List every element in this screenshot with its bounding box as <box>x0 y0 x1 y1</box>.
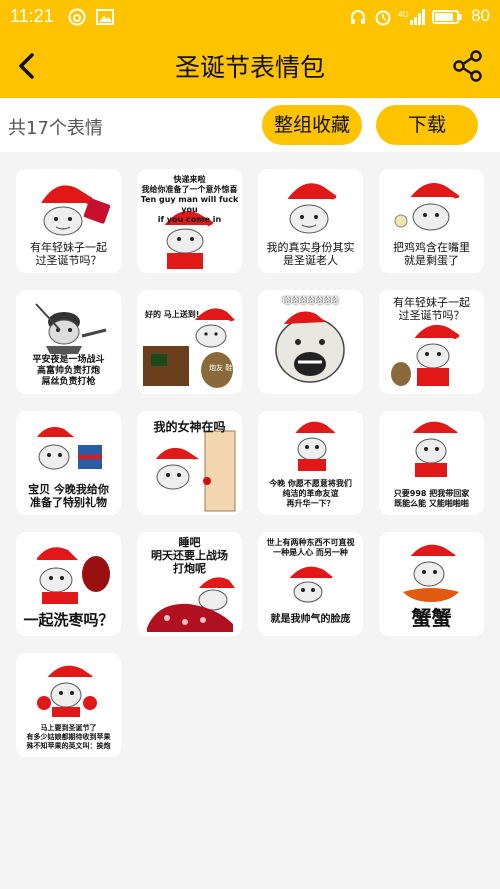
sticker-card[interactable]: 只要998 把我带回家 既能么能 又能啪啪啪 <box>379 411 484 515</box>
sticker-card[interactable]: 蟹蟹 <box>379 532 484 636</box>
sticker-caption: 睡吧 明天还要上战场 打炮呢 <box>151 536 228 575</box>
sticker-caption: 马上要到圣诞节了 有多少姑娘都期待收到苹果 殊不知苹果的英文叫：挨炮 <box>26 724 111 750</box>
sticker-caption: 我的真实身份其实 是圣诞老人 <box>266 241 355 267</box>
sticker-caption: 有年轻妹子一起 过圣诞节吗？ <box>393 296 470 322</box>
status-time: 11:21 <box>10 6 54 26</box>
battery-level: 80 <box>471 6 490 25</box>
sticker-card[interactable]: 快递来啦 我给你准备了一个意外惊喜 Ten guy man will fuck … <box>137 169 242 273</box>
sticker-card[interactable]: 我的女神在吗 <box>137 411 242 515</box>
headset-icon <box>351 10 365 24</box>
sticker-caption: 把鸡鸡含在嘴里 就是剩蛋了 <box>393 241 470 267</box>
sticker-caption: 有年轻妹子一起 过圣诞节吗？ <box>30 241 107 267</box>
sticker-card[interactable]: 一起洗枣吗？ <box>16 532 121 636</box>
sticker-card[interactable]: 有年轻妹子一起 过圣诞节吗？ <box>16 169 121 273</box>
sticker-caption: 宝贝 今晚我给你 准备了特别礼物 <box>28 483 109 509</box>
sticker-card[interactable]: 今晚 你愿不愿意将我们 纯洁的革命友谊 再升华一下？ <box>258 411 363 515</box>
download-button[interactable]: 下载 <box>376 105 478 145</box>
gallery-notification-icon <box>96 9 114 25</box>
sticker-card[interactable]: 有年轻妹子一起 过圣诞节吗？ <box>379 290 484 394</box>
sticker-caption: 只要998 把我带回家 既能么能 又能啪啪啪 <box>393 489 470 508</box>
sticker-card[interactable]: 宝贝 今晚我给你 准备了特别礼物 <box>16 411 121 515</box>
sticker-caption: 好的 马上送到! <box>145 310 200 319</box>
sticker-card[interactable]: 马上要到圣诞节了 有多少姑娘都期待收到苹果 殊不知苹果的英文叫：挨炮 <box>16 653 121 757</box>
collect-all-button[interactable]: 整组收藏 <box>262 105 362 145</box>
sticker-card[interactable]: 把鸡鸡含在嘴里 就是剩蛋了 <box>379 169 484 273</box>
sticker-card[interactable]: 平安夜是一场战斗 高富帅负责打炮 屌丝负责打枪 <box>16 290 121 394</box>
share-icon[interactable] <box>450 48 486 84</box>
sticker-caption-bottom: 就是我帅气的脸庞 <box>270 614 351 625</box>
sticker-caption: 平安夜是一场战斗 高富帅负责打炮 屌丝负责打枪 <box>32 355 105 387</box>
app-header: 11:21 4G 80 圣诞节表情包 <box>0 0 500 98</box>
sticker-caption: 我的女神在吗 <box>153 420 226 434</box>
sticker-caption: 今晚 你愿不愿意将我们 纯洁的革命友谊 再升华一下？ <box>269 479 352 508</box>
bag-label: 炮友 鞋袜 <box>209 363 239 372</box>
collection-toolbar: 共17个表情 整组收藏 下载 <box>0 98 500 152</box>
sticker-card[interactable]: 世上有两种东西不可直视 一种是人心 而另一种 就是我帅气的脸庞 <box>258 532 363 636</box>
sticker-count: 共17个表情 <box>8 118 103 139</box>
sticker-caption: 哈哈哈哈哈哈哈 <box>282 296 339 305</box>
app-notification-icon <box>68 8 86 26</box>
battery-icon <box>432 10 462 24</box>
sticker-caption: 世上有两种东西不可直视 一种是人心 而另一种 <box>266 538 355 557</box>
sticker-card[interactable]: 炮友 鞋袜 好的 马上送到! <box>137 290 242 394</box>
sticker-caption: 一起洗枣吗？ <box>23 611 114 629</box>
sticker-card[interactable]: 睡吧 明天还要上战场 打炮呢 <box>137 532 242 636</box>
sticker-card[interactable]: 哈哈哈哈哈哈哈 <box>258 290 363 394</box>
status-bar: 11:21 4G 80 <box>0 0 500 34</box>
santa-desk-image: 炮友 鞋袜 <box>143 308 239 388</box>
alarm-icon <box>375 10 391 26</box>
sticker-card[interactable]: 我的真实身份其实 是圣诞老人 <box>258 169 363 273</box>
sticker-caption: 蟹蟹 <box>411 606 452 630</box>
signal-icon: 4G <box>398 9 425 25</box>
page-title: 圣诞节表情包 <box>174 53 325 82</box>
navigation-bar: 圣诞节表情包 <box>0 34 500 98</box>
network-type-label: 4G <box>398 10 409 19</box>
sticker-caption: 快递来啦 我给你准备了一个意外惊喜 Ten guy man will fuck … <box>140 175 239 224</box>
